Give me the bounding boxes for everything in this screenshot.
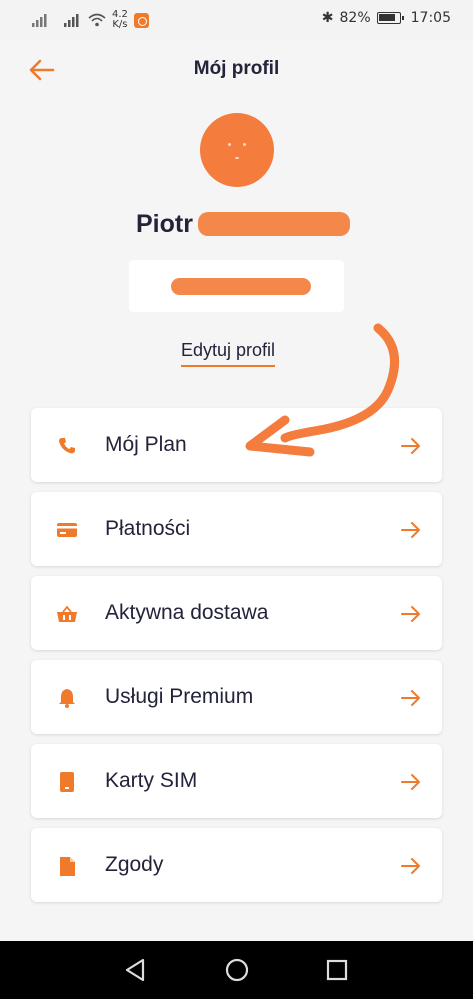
signal-icon	[32, 14, 47, 27]
menu-item-label: Mój Plan	[105, 433, 187, 456]
back-triangle-icon[interactable]	[123, 957, 149, 983]
status-bar: 4.2 K/s ✱ 82% 17:05	[0, 0, 473, 40]
page-title: Mój profil	[193, 58, 280, 79]
wifi-icon	[88, 13, 106, 27]
menu-item-consents[interactable]: Zgody	[31, 828, 442, 902]
redacted-surname	[198, 212, 350, 236]
menu-item-my-plan[interactable]: Mój Plan	[31, 408, 442, 482]
battery-percent: 82%	[339, 10, 371, 26]
clock: 17:05	[410, 10, 451, 26]
profile-menu: Mój Plan Płatności Aktywna dostawa Usług…	[31, 408, 442, 912]
menu-item-label: Zgody	[105, 853, 164, 876]
menu-item-label: Płatności	[105, 517, 191, 540]
app-notification-icon	[133, 12, 149, 28]
signal-icon	[64, 14, 79, 27]
menu-item-active-delivery[interactable]: Aktywna dostawa	[31, 576, 442, 650]
arrow-right-icon	[401, 690, 420, 706]
arrow-right-icon	[401, 858, 420, 874]
menu-item-payments[interactable]: Płatności	[31, 492, 442, 566]
bell-icon	[57, 688, 77, 708]
document-icon	[57, 856, 77, 876]
edit-profile-link[interactable]: Edytuj profil	[181, 340, 276, 367]
system-navigation-bar	[0, 941, 473, 999]
recents-square-icon[interactable]	[324, 957, 350, 983]
menu-item-premium-services[interactable]: Usługi Premium	[31, 660, 442, 734]
menu-item-sim-cards[interactable]: Karty SIM	[31, 744, 442, 818]
network-speed: 4.2 K/s	[112, 9, 128, 30]
arrow-right-icon	[401, 522, 420, 538]
home-circle-icon[interactable]	[224, 957, 250, 983]
profile-name: Piotr	[136, 210, 193, 238]
credit-card-icon	[57, 520, 77, 540]
battery-icon	[376, 12, 404, 24]
menu-item-label: Aktywna dostawa	[105, 601, 269, 624]
phone-number-box	[129, 260, 344, 312]
bluetooth-icon: ✱	[321, 10, 334, 26]
arrow-right-icon	[401, 438, 420, 454]
menu-item-label: Usługi Premium	[105, 685, 254, 708]
phone-icon	[57, 436, 77, 456]
avatar	[200, 113, 274, 187]
redacted-phone-number	[171, 278, 311, 295]
sim-card-icon	[57, 772, 77, 792]
arrow-right-icon	[401, 606, 420, 622]
menu-item-label: Karty SIM	[105, 769, 198, 792]
arrow-right-icon	[401, 774, 420, 790]
basket-icon	[57, 604, 77, 624]
